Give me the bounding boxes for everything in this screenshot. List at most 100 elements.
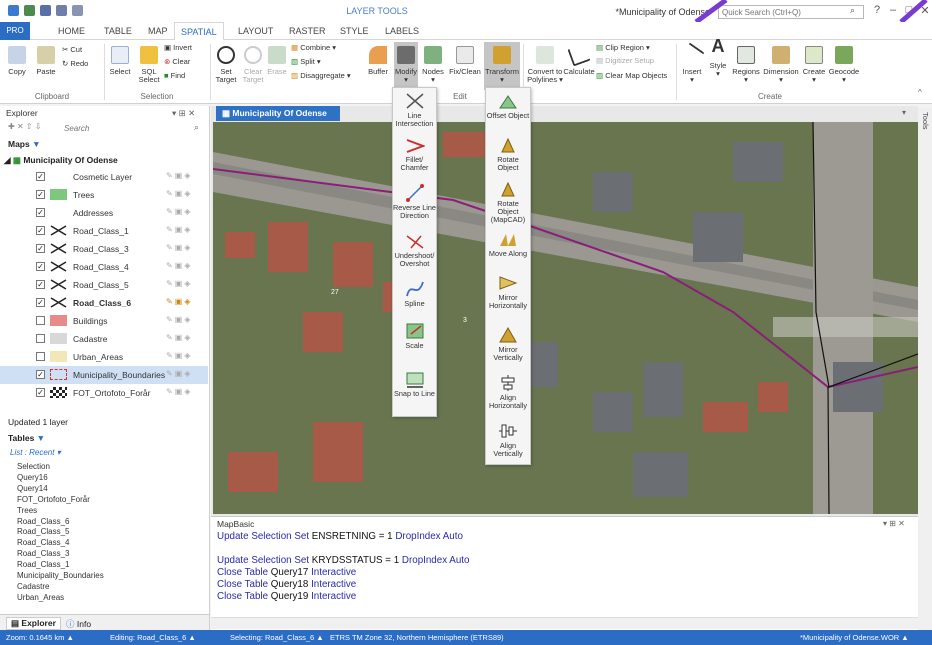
tab-layout[interactable]: LAYOUT: [238, 26, 273, 36]
mapbasic-horizontal-scrollbar[interactable]: [211, 617, 918, 629]
create-button[interactable]: Create ▾: [800, 46, 828, 84]
tab-explorer[interactable]: ▤ Explorer: [6, 617, 61, 630]
erase-button[interactable]: Erase: [266, 46, 288, 76]
table-list-item[interactable]: Road_Class_5: [17, 527, 69, 536]
collapse-ribbon-icon[interactable]: ^: [918, 88, 922, 97]
menu-item-scale[interactable]: Scale: [393, 322, 436, 350]
tab-spatial[interactable]: SPATIAL: [174, 22, 224, 41]
calculate-button[interactable]: Calculate: [563, 43, 595, 76]
table-list-item[interactable]: Query14: [17, 484, 48, 493]
layer-style-swatch[interactable]: [50, 279, 67, 290]
layer-row[interactable]: ✓ Municipality_Boundaries ✎▣◈: [0, 366, 208, 384]
editable-pencil-icon[interactable]: ✎: [166, 171, 175, 180]
fix-clean-button[interactable]: Fix/Clean: [448, 46, 482, 76]
editable-pencil-icon[interactable]: ✎: [166, 369, 175, 378]
label-icon[interactable]: ◈: [184, 189, 192, 198]
selecting-status[interactable]: Selecting: Road_Class_6 ▲: [230, 633, 324, 642]
menu-item-rotate-object-mapcad[interactable]: Rotate Object (MapCAD): [486, 180, 530, 224]
layer-style-swatch[interactable]: [50, 243, 67, 254]
projection-status[interactable]: ETRS TM Zone 32, Northern Hemisphere (ET…: [330, 633, 504, 642]
layer-visibility-checkbox[interactable]: ✓: [36, 190, 45, 199]
explorer-search-input[interactable]: [64, 123, 184, 134]
tab-table[interactable]: TABLE: [104, 26, 132, 36]
editable-pencil-icon[interactable]: ✎: [166, 333, 175, 342]
menu-item-offset-object[interactable]: Offset Object: [486, 92, 530, 120]
save-icon[interactable]: [56, 5, 67, 16]
label-icon[interactable]: ◈: [184, 333, 192, 342]
sql-select-button[interactable]: SQL Select: [136, 46, 162, 84]
clear-button[interactable]: ⊗ Clear: [164, 58, 204, 66]
find-button[interactable]: ■ Find: [164, 72, 204, 80]
tab-pro[interactable]: PRO: [0, 22, 30, 40]
table-list-item[interactable]: Cadastre: [17, 582, 49, 591]
layer-visibility-checkbox[interactable]: ✓: [36, 370, 45, 379]
selectable-icon[interactable]: ▣: [175, 189, 185, 198]
cut-button[interactable]: ✂ Cut: [62, 46, 102, 54]
label-icon[interactable]: ◈: [184, 369, 192, 378]
zoom-status[interactable]: Zoom: 0.1645 km ▲: [6, 633, 74, 642]
add-icon[interactable]: ✚: [8, 122, 15, 131]
geocode-button[interactable]: Geocode ▾: [828, 46, 860, 84]
label-icon[interactable]: ◈: [184, 225, 192, 234]
redo-button[interactable]: ↻ Redo: [62, 60, 102, 68]
menu-item-snap-to-line[interactable]: Snap to Line: [393, 370, 436, 398]
selectable-icon[interactable]: ▣: [175, 351, 185, 360]
layer-row[interactable]: ✓ Road_Class_4 ✎▣◈: [0, 258, 208, 276]
tab-raster[interactable]: RASTER: [289, 26, 326, 36]
selectable-icon[interactable]: ▣: [175, 171, 185, 180]
layer-row[interactable]: ✓ Cosmetic Layer ✎▣◈: [0, 168, 208, 186]
editable-pencil-icon[interactable]: ✎: [166, 189, 175, 198]
label-icon[interactable]: ◈: [184, 261, 192, 270]
layer-actions[interactable]: ✎▣◈: [166, 207, 192, 216]
tab-home[interactable]: HOME: [58, 26, 85, 36]
tab-map[interactable]: MAP: [148, 26, 168, 36]
mapbasic-window-controls[interactable]: ▾ ⊞ ✕: [883, 519, 905, 528]
layer-visibility-checkbox[interactable]: [36, 334, 45, 343]
label-icon[interactable]: ◈: [184, 279, 192, 288]
layer-row[interactable]: ✓ Road_Class_3 ✎▣◈: [0, 240, 208, 258]
selectable-icon[interactable]: ▣: [175, 297, 185, 306]
search-icon[interactable]: ⌕: [850, 5, 855, 16]
invert-button[interactable]: ▣ Invert: [164, 44, 204, 52]
editable-pencil-icon[interactable]: ✎: [166, 297, 175, 306]
editable-pencil-icon[interactable]: ✎: [166, 351, 175, 360]
transform-button[interactable]: Transform ▾: [484, 42, 520, 90]
combine-button[interactable]: ▦ Combine ▾: [291, 44, 361, 52]
map-node[interactable]: ◢ ▦ Municipality Of Odense: [4, 155, 118, 166]
layer-style-swatch[interactable]: [50, 315, 67, 326]
tab-style[interactable]: STYLE: [340, 26, 369, 36]
menu-item-move-along[interactable]: Move Along: [486, 230, 530, 258]
close-button[interactable]: ✕: [918, 4, 932, 17]
tab-info[interactable]: ⓘ Info: [66, 618, 91, 630]
layer-style-swatch[interactable]: [50, 225, 67, 236]
layer-visibility-checkbox[interactable]: [36, 316, 45, 325]
layer-row[interactable]: Cadastre ✎▣◈: [0, 330, 208, 348]
dimension-button[interactable]: Dimension ▾: [762, 46, 800, 84]
quick-search-input[interactable]: [718, 5, 864, 19]
layer-visibility-checkbox[interactable]: ✓: [36, 388, 45, 397]
insert-button[interactable]: Insert ▾: [679, 42, 705, 84]
panel-pin-icon[interactable]: ▾ ⊞ ✕: [172, 108, 195, 119]
editing-status[interactable]: Editing: Road_Class_6 ▲: [110, 633, 196, 642]
layer-visibility-checkbox[interactable]: ✓: [36, 262, 45, 271]
editable-pencil-icon[interactable]: ✎: [166, 261, 175, 270]
layer-style-swatch[interactable]: [50, 189, 67, 200]
layer-visibility-checkbox[interactable]: ✓: [36, 172, 45, 181]
table-list-item[interactable]: Road_Class_3: [17, 549, 69, 558]
table-list-item[interactable]: Trees: [17, 506, 37, 515]
table-list-item[interactable]: Road_Class_1: [17, 560, 69, 569]
layer-actions[interactable]: ✎▣◈: [166, 351, 192, 360]
layer-actions[interactable]: ✎▣◈: [166, 189, 192, 198]
menu-item-fillet-chamfer[interactable]: Fillet/ Chamfer: [393, 136, 436, 172]
label-icon[interactable]: ◈: [184, 351, 192, 360]
layer-row[interactable]: Urban_Areas ✎▣◈: [0, 348, 208, 366]
layer-visibility-checkbox[interactable]: ✓: [36, 226, 45, 235]
table-list-item[interactable]: Municipality_Boundaries: [17, 571, 104, 580]
maximize-button[interactable]: □: [902, 4, 916, 16]
label-icon[interactable]: ◈: [184, 171, 192, 180]
layer-row[interactable]: ✓ Road_Class_5 ✎▣◈: [0, 276, 208, 294]
table-list-item[interactable]: Selection: [17, 462, 50, 471]
selectable-icon[interactable]: ▣: [175, 279, 185, 288]
layer-visibility-checkbox[interactable]: ✓: [36, 280, 45, 289]
selectable-icon[interactable]: ▣: [175, 225, 185, 234]
